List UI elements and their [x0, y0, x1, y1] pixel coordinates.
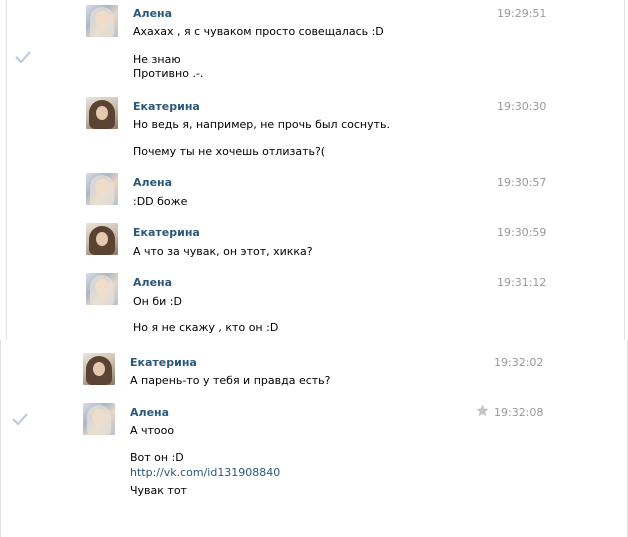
message-time: 19:30:30: [497, 100, 547, 113]
message-text: :DD боже: [133, 195, 188, 208]
message-text: А парень-то у тебя и правда есть?: [130, 374, 331, 387]
check-icon: [12, 413, 28, 425]
author-name[interactable]: Екатерина: [130, 356, 197, 369]
avatar[interactable]: [83, 403, 115, 435]
message-time: 19:30:59: [497, 226, 547, 239]
message-text: А что за чувак, он этот, хикка?: [133, 245, 313, 258]
divider: [6, 0, 7, 340]
message-link[interactable]: http://vk.com/id131908840: [130, 466, 280, 480]
message-text: Вот он :D: [130, 451, 184, 464]
avatar[interactable]: [86, 173, 118, 205]
message-text: Не знаю: [133, 53, 181, 66]
message-time: 19:32:02: [494, 356, 544, 369]
author-name[interactable]: Алена: [133, 176, 172, 189]
message-text: Но ведь я, например, не прочь был соснут…: [133, 118, 390, 131]
star-icon[interactable]: [476, 404, 489, 417]
message-text: Противно .-.: [133, 67, 204, 80]
message-time: 19:31:12: [497, 276, 547, 289]
avatar[interactable]: [83, 353, 115, 385]
message-text: Почему ты не хочешь отлизать?(: [133, 145, 326, 158]
author-name[interactable]: Екатерина: [133, 226, 200, 239]
author-name[interactable]: Екатерина: [133, 100, 200, 113]
message-text: Но я не скажу , кто он :D: [133, 321, 279, 334]
message-time: 19:29:51: [497, 7, 547, 20]
avatar[interactable]: [86, 273, 118, 305]
message-time: 19:30:57: [497, 176, 547, 189]
author-name[interactable]: Алена: [133, 7, 172, 20]
author-name[interactable]: Алена: [130, 406, 169, 419]
message-time: 19:32:08: [494, 406, 544, 419]
message-history-panel-top: Алена 19:29:51 Ахахах , я с чуваком прос…: [0, 0, 628, 340]
avatar[interactable]: [86, 5, 118, 37]
avatar[interactable]: [86, 223, 118, 255]
message-text: Чувак тот: [130, 484, 187, 497]
divider: [624, 0, 625, 340]
check-icon: [15, 51, 31, 63]
message-text: А чтооо: [130, 424, 175, 437]
message-text: Он би :D: [133, 295, 182, 308]
message-text: Ахахах , я с чуваком просто совещалась :…: [133, 25, 384, 38]
avatar[interactable]: [86, 97, 118, 129]
divider: [0, 340, 1, 537]
author-name[interactable]: Алена: [133, 276, 172, 289]
message-history-panel-bottom: Екатерина 19:32:02 А парень-то у тебя и …: [0, 340, 628, 537]
